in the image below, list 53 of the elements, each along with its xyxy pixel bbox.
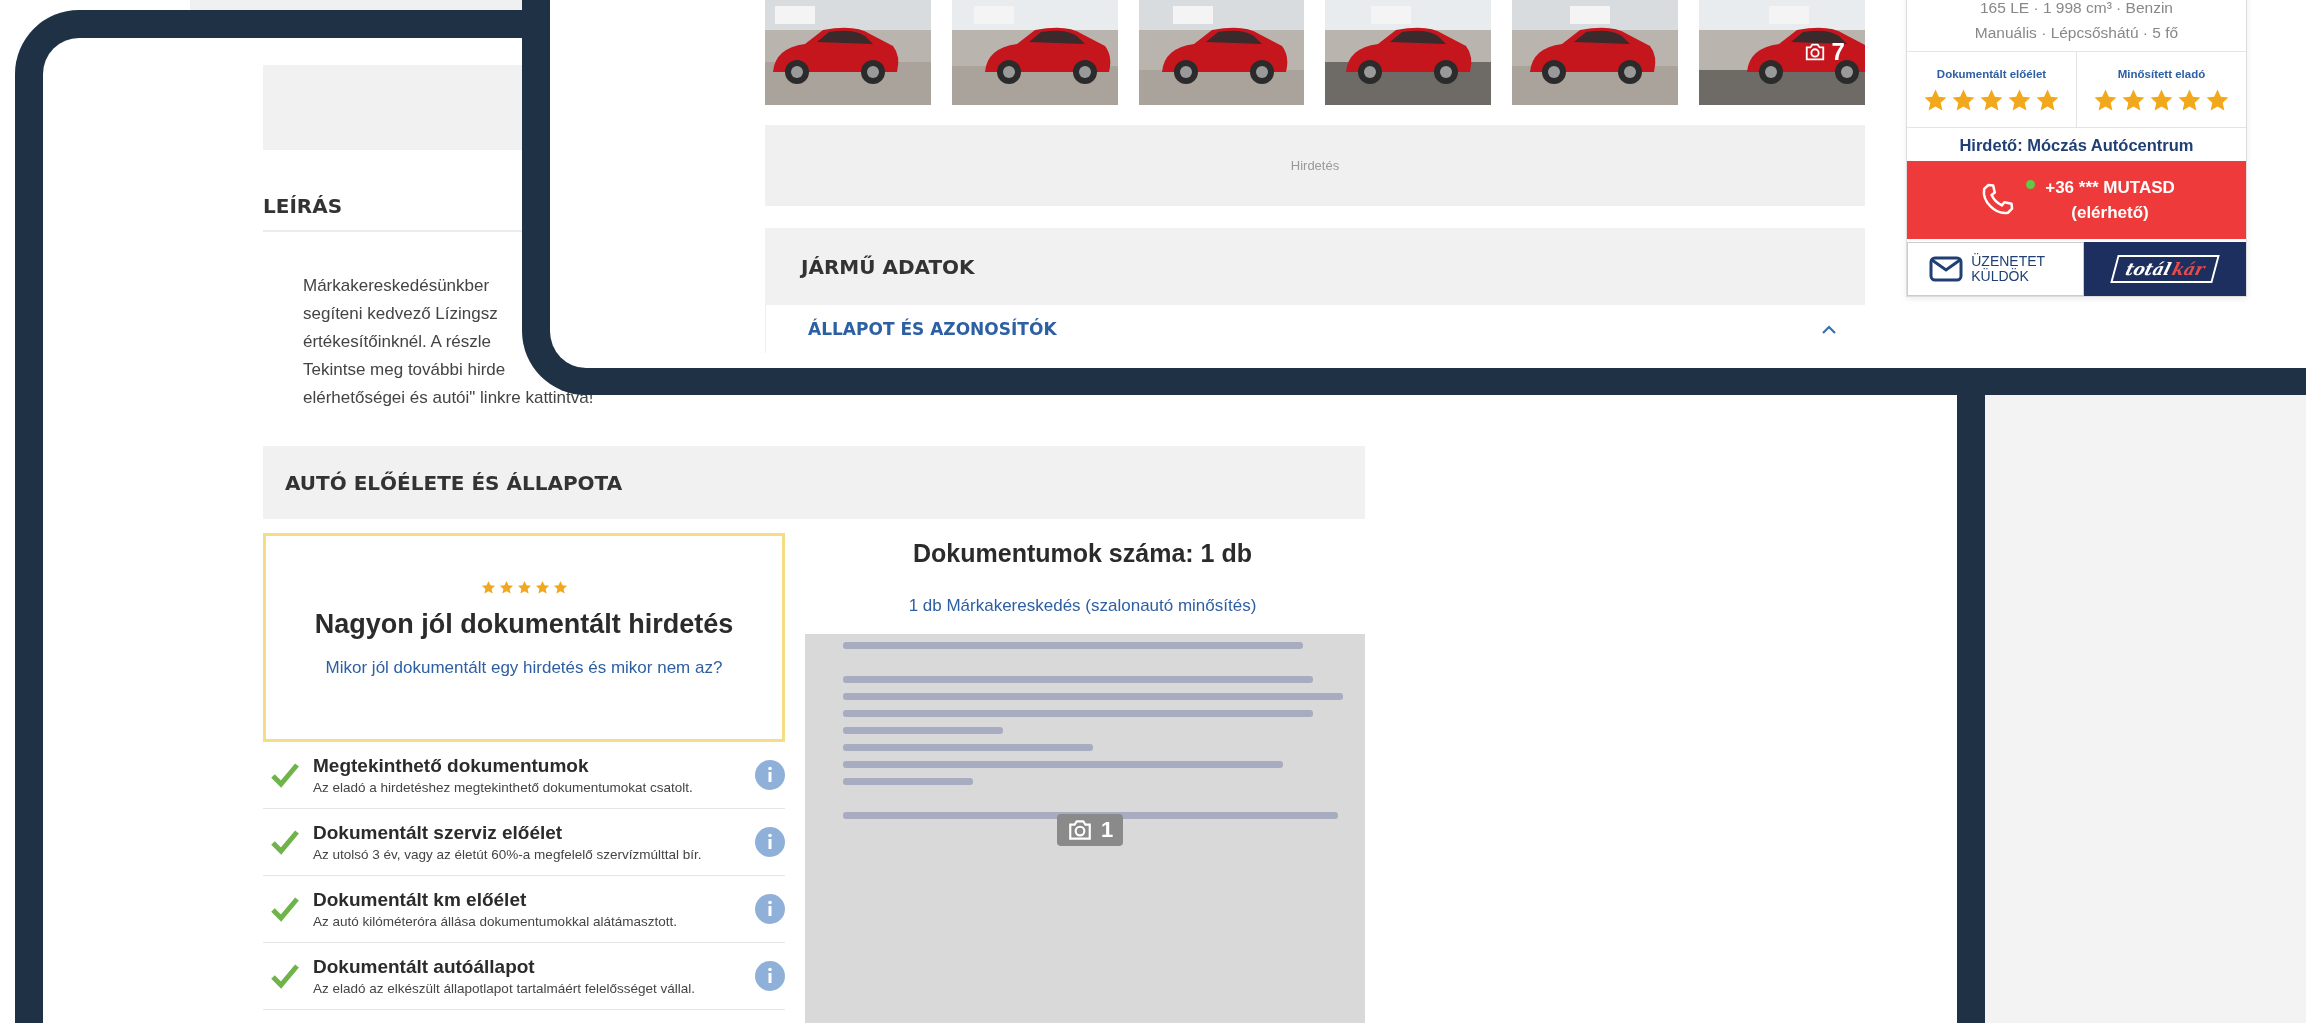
spec-line: Manuális · Lépcsőshátú · 5 fő — [1973, 23, 2180, 43]
star-icon — [2035, 88, 2060, 113]
star-icon — [480, 580, 496, 595]
ad-label: Hirdetés — [1290, 158, 1340, 173]
info-icon[interactable] — [755, 894, 785, 924]
info-icon[interactable] — [755, 827, 785, 857]
partner-logo[interactable]: totálkár — [2083, 242, 2246, 296]
help-link[interactable]: Mikor jól dokumentált egy hirdetés és mikor nem az? — [325, 658, 723, 678]
star-icon — [1979, 88, 2004, 113]
check-title: Dokumentált km előélet — [313, 889, 528, 911]
star-icon — [552, 580, 568, 595]
call-button[interactable]: +36 *** MUTASD (elérhető) — [1907, 161, 2246, 239]
info-icon[interactable] — [755, 961, 785, 991]
star-icon — [1951, 88, 1976, 113]
star-icon — [534, 580, 550, 595]
check-title: Megtekinthető dokumentumok — [313, 755, 590, 777]
rating-label: Dokumentált előélet — [1936, 68, 2047, 80]
photo-count: 1 — [1101, 817, 1114, 843]
camera-icon — [1803, 41, 1826, 63]
description-line: segíteni kedvező Lízingsz — [303, 303, 498, 325]
chevron-icon[interactable] — [1821, 324, 1837, 334]
rating-label: Minősített eladó — [2117, 68, 2206, 80]
message-button[interactable]: ÜZENETET KÜLDÖK — [1907, 242, 2084, 296]
description-line: Márkakereskedésünkber — [303, 275, 490, 297]
check-description: Az utolsó 3 év, vagy az életút 60%-a megfelelő szervízmúlttal bír. — [313, 847, 703, 862]
star-icon — [2149, 88, 2174, 113]
advertiser-name: Hirdető: Móczás Autócentrum — [1958, 135, 2195, 156]
check-description: Az eladó a hirdetéshez megtekinthető dokumentumokat csatolt. — [313, 780, 694, 795]
star-icon — [1923, 88, 1948, 113]
camera-icon — [1067, 817, 1093, 843]
star-icon — [2093, 88, 2118, 113]
check-title: Dokumentált szerviz előélet — [313, 822, 564, 844]
star-icon — [2121, 88, 2146, 113]
star-icon — [2177, 88, 2202, 113]
description-line: Tekintse meg további hirde — [303, 359, 506, 381]
section-title: AUTÓ ELŐÉLETE ÉS ÁLLAPOTA — [285, 470, 623, 495]
info-icon[interactable] — [755, 760, 785, 790]
check-description: Az eladó az elkészült állapotlapot tartalmáért felelősséget vállal. — [313, 981, 696, 996]
check-title: Dokumentált autóállapot — [313, 956, 536, 978]
document-link[interactable]: 1 db Márkakereskedés (szalonautó minősítés) — [800, 596, 1365, 616]
description-line: értékesítőinknél. A részle — [303, 331, 492, 353]
star-icon — [498, 580, 514, 595]
spec-line: 165 LE · 1 998 cm³ · Benzin — [1979, 0, 2174, 18]
photo-count: 7 — [1831, 38, 1845, 66]
documents-title: Dokumentumok száma: 1 db — [912, 539, 1253, 568]
section-title: JÁRMŰ ADATOK — [801, 254, 975, 279]
accordion-title[interactable]: ÁLLAPOT ÉS AZONOSÍTÓK — [808, 319, 1057, 339]
star-icon — [516, 580, 532, 595]
envelope-icon — [1929, 256, 1964, 282]
star-icon — [2205, 88, 2230, 113]
check-description: Az autó kilóméteróra állása dokumentumokkal alátámasztott. — [313, 914, 678, 929]
rating-title: Nagyon jól dokumentált hirdetés — [314, 609, 734, 640]
star-icon — [2007, 88, 2032, 113]
